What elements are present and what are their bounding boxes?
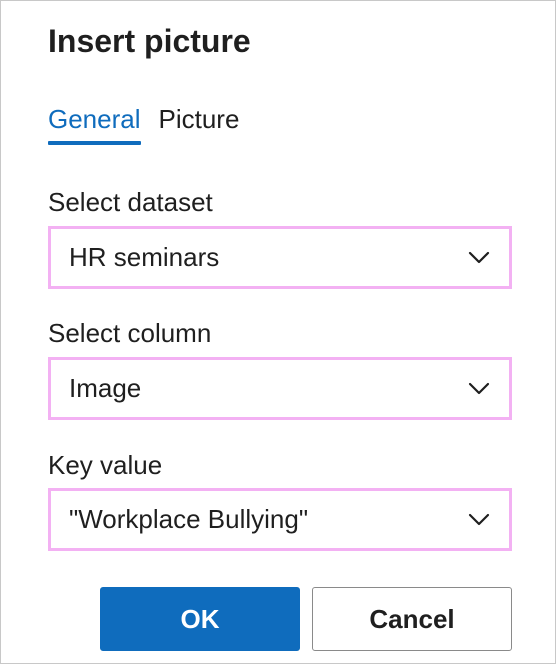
- insert-picture-dialog: Insert picture General Picture Select da…: [0, 0, 556, 664]
- select-column-dropdown[interactable]: Image: [48, 357, 512, 420]
- chevron-down-icon: [468, 251, 490, 264]
- chevron-down-icon: [468, 382, 490, 395]
- select-column-label: Select column: [48, 318, 212, 348]
- key-value-label: Key value: [48, 450, 163, 480]
- select-dataset-value: HR seminars: [69, 242, 220, 272]
- tab-picture[interactable]: Picture: [159, 101, 240, 147]
- key-value-dropdown[interactable]: "Workplace Bullying": [48, 488, 512, 551]
- tab-general[interactable]: General: [48, 101, 141, 147]
- dialog-title: Insert picture: [48, 23, 251, 59]
- select-column-value: Image: [69, 373, 142, 403]
- select-dataset-label: Select dataset: [48, 187, 213, 217]
- tab-list: General Picture: [48, 101, 239, 147]
- chevron-down-icon: [468, 513, 490, 526]
- key-value-value: "Workplace Bullying": [69, 504, 309, 534]
- ok-button[interactable]: OK: [100, 587, 300, 651]
- cancel-button[interactable]: Cancel: [312, 587, 512, 651]
- select-dataset-dropdown[interactable]: HR seminars: [48, 226, 512, 289]
